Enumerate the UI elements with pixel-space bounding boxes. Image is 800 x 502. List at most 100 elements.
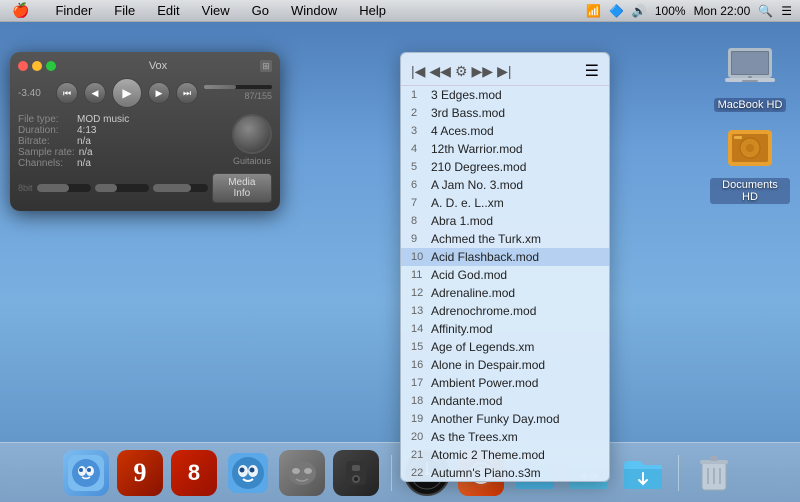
playlist-item[interactable]: 7A. D. e. L..xm bbox=[401, 194, 609, 212]
playlist-item[interactable]: 12Adrenaline.mod bbox=[401, 284, 609, 302]
playlist-dropdown: |◀ ◀◀ ⚙ ▶▶ ▶| ☰ 13 Edges.mod23rd Bass.mo… bbox=[400, 52, 610, 482]
playlist-name: Ambient Power.mod bbox=[431, 376, 538, 390]
menubar: 🍎 Finder File Edit View Go Window Help 📶… bbox=[0, 0, 800, 22]
eq-slider-1[interactable] bbox=[37, 184, 91, 192]
dock-folder-downloads[interactable] bbox=[620, 450, 666, 496]
playlist-name: Atomic 2 Theme.mod bbox=[431, 448, 545, 462]
progress-bar[interactable] bbox=[204, 85, 272, 89]
dock-trash[interactable] bbox=[691, 450, 737, 496]
playlist-item[interactable]: 11Acid God.mod bbox=[401, 266, 609, 284]
documents-hd-image bbox=[724, 122, 776, 174]
playlist-item[interactable]: 412th Warrior.mod bbox=[401, 140, 609, 158]
bitrate-value: n/a bbox=[77, 136, 91, 147]
playlist-item[interactable]: 18Andante.mod bbox=[401, 392, 609, 410]
media-info-button[interactable]: Media Info bbox=[212, 173, 272, 203]
close-button[interactable] bbox=[18, 61, 28, 71]
menubar-finder[interactable]: Finder bbox=[51, 3, 96, 18]
dock-app-9[interactable]: 9 bbox=[117, 450, 163, 496]
playlist-num: 7 bbox=[411, 197, 431, 209]
menubar-help[interactable]: Help bbox=[355, 3, 390, 18]
play-button[interactable]: ▶ bbox=[112, 78, 142, 108]
sound-icon[interactable]: 🔊 bbox=[632, 4, 647, 18]
playlist-name: Acid God.mod bbox=[431, 268, 507, 282]
playlist-item[interactable]: 34 Aces.mod bbox=[401, 122, 609, 140]
nav-next[interactable]: ▶▶ bbox=[472, 63, 494, 80]
menubar-file[interactable]: File bbox=[110, 3, 139, 18]
playlist-num: 10 bbox=[411, 251, 431, 263]
nav-beginning[interactable]: |◀ bbox=[411, 63, 425, 80]
bitrate-label: Bitrate: bbox=[18, 136, 73, 147]
eq-area: 8bit Media Info bbox=[18, 173, 272, 203]
knob-area: Guitaious bbox=[232, 114, 272, 169]
dock-app-8[interactable]: 8 bbox=[171, 450, 217, 496]
list-icon[interactable]: ☰ bbox=[781, 4, 792, 18]
playlist-item[interactable]: 19Another Funky Day.mod bbox=[401, 410, 609, 428]
playlist-name: Adrenaline.mod bbox=[431, 286, 515, 300]
eq-slider-2[interactable] bbox=[95, 184, 149, 192]
playlist-num: 22 bbox=[411, 467, 431, 479]
sample-rate-value: n/a bbox=[79, 147, 93, 158]
menubar-window[interactable]: Window bbox=[287, 3, 341, 18]
file-type-label: File type: bbox=[18, 114, 73, 125]
wifi-icon[interactable]: 📶 bbox=[586, 4, 601, 18]
documents-hd-icon[interactable]: Documents HD bbox=[710, 122, 790, 204]
dock-speakers[interactable] bbox=[333, 450, 379, 496]
nav-shuffle[interactable]: ⚙ bbox=[455, 63, 468, 80]
minimize-button[interactable] bbox=[32, 61, 42, 71]
apple-menu[interactable]: 🍎 bbox=[8, 2, 33, 19]
nav-prev[interactable]: ◀◀ bbox=[429, 63, 451, 80]
playlist-item[interactable]: 5210 Degrees.mod bbox=[401, 158, 609, 176]
playlist-name: 3 Edges.mod bbox=[431, 88, 502, 102]
list-view-icon[interactable]: ☰ bbox=[585, 61, 599, 81]
dock-finder[interactable] bbox=[63, 450, 109, 496]
macbook-hd-icon[interactable]: MacBook HD bbox=[710, 42, 790, 112]
menubar-edit[interactable]: Edit bbox=[153, 3, 183, 18]
dock-separator-2 bbox=[678, 455, 679, 491]
mask-icon-svg bbox=[286, 457, 318, 489]
playlist-nav: |◀ ◀◀ ⚙ ▶▶ ▶| bbox=[411, 63, 511, 80]
volume-knob[interactable] bbox=[232, 114, 272, 154]
file-type-row: File type: MOD music bbox=[18, 114, 232, 125]
playlist-num: 4 bbox=[411, 143, 431, 155]
playlist-item[interactable]: 13 Edges.mod bbox=[401, 86, 609, 104]
playlist-name: Age of Legends.xm bbox=[431, 340, 534, 354]
prev-button[interactable]: ⏮ bbox=[56, 82, 78, 104]
playlist-num: 20 bbox=[411, 431, 431, 443]
playlist-num: 16 bbox=[411, 359, 431, 371]
menubar-go[interactable]: Go bbox=[248, 3, 273, 18]
playlist-name: 4 Aces.mod bbox=[431, 124, 494, 138]
dock-finder-2[interactable] bbox=[225, 450, 271, 496]
documents-hd-label: Documents HD bbox=[710, 178, 790, 204]
playlist-item[interactable]: 6A Jam No. 3.mod bbox=[401, 176, 609, 194]
forward-button[interactable]: ▶ bbox=[148, 82, 170, 104]
playlist-name: Alone in Despair.mod bbox=[431, 358, 545, 372]
menubar-view[interactable]: View bbox=[198, 3, 234, 18]
playlist-item[interactable]: 17Ambient Power.mod bbox=[401, 374, 609, 392]
app8-label: 8 bbox=[188, 460, 200, 486]
playlist-item[interactable]: 16Alone in Despair.mod bbox=[401, 356, 609, 374]
rewind-button[interactable]: ◀ bbox=[84, 82, 106, 104]
menubar-left: 🍎 Finder File Edit View Go Window Help bbox=[8, 2, 390, 19]
battery-indicator: 100% bbox=[655, 4, 686, 18]
playlist-item[interactable]: 8Abra 1.mod bbox=[401, 212, 609, 230]
playlist-item[interactable]: 15Age of Legends.xm bbox=[401, 338, 609, 356]
expand-button[interactable]: ⊞ bbox=[260, 60, 272, 72]
playlist-num: 5 bbox=[411, 161, 431, 173]
playlist-item[interactable]: 23rd Bass.mod bbox=[401, 104, 609, 122]
dock-app-mask[interactable] bbox=[279, 450, 325, 496]
search-icon[interactable]: 🔍 bbox=[758, 4, 773, 18]
maximize-button[interactable] bbox=[46, 61, 56, 71]
eq-slider-3[interactable] bbox=[153, 184, 207, 192]
nav-end[interactable]: ▶| bbox=[497, 63, 511, 80]
playlist-item[interactable]: 9Achmed the Turk.xm bbox=[401, 230, 609, 248]
playlist-item[interactable]: 13Adrenochrome.mod bbox=[401, 302, 609, 320]
playlist-item[interactable]: 20As the Trees.xm bbox=[401, 428, 609, 446]
playlist-num: 18 bbox=[411, 395, 431, 407]
playlist-item[interactable]: 22Autumn's Piano.s3m bbox=[401, 464, 609, 482]
progress-area[interactable]: 87/155 bbox=[204, 85, 272, 101]
playlist-item[interactable]: 14Affinity.mod bbox=[401, 320, 609, 338]
playlist-item[interactable]: 21Atomic 2 Theme.mod bbox=[401, 446, 609, 464]
bluetooth-icon[interactable]: 🔷 bbox=[609, 4, 624, 18]
playlist-item[interactable]: 10Acid Flashback.mod bbox=[401, 248, 609, 266]
next-button[interactable]: ⏭ bbox=[176, 82, 198, 104]
